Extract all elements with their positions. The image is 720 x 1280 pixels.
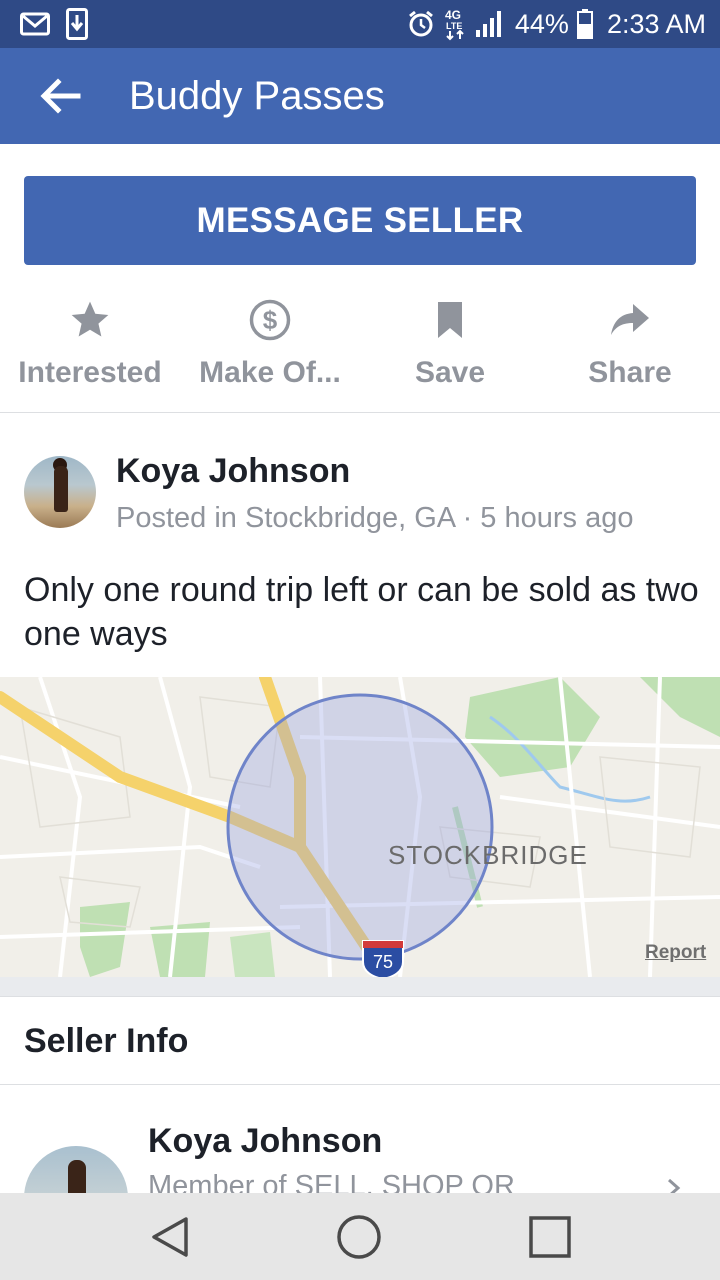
report-link[interactable]: Report [645, 942, 706, 964]
bookmark-icon [438, 302, 462, 338]
signal-icon [475, 11, 501, 37]
poster-name[interactable]: Koya Johnson [116, 452, 350, 491]
recents-square-icon[interactable] [526, 1213, 574, 1261]
svg-text:$: $ [263, 305, 278, 335]
make-offer-label: Make Of... [199, 356, 341, 389]
network-4g-icon: 4G LTE [445, 8, 464, 41]
battery-icon [576, 9, 593, 39]
arrow-left-icon [40, 78, 81, 114]
back-triangle-icon[interactable] [146, 1213, 194, 1261]
svg-text:4G: 4G [445, 8, 461, 22]
seller-info-heading: Seller Info [24, 1022, 189, 1060]
location-map[interactable]: STOCKBRIDGE 75 Report [0, 677, 720, 977]
battery-percent: 44% [514, 8, 569, 39]
back-button[interactable] [38, 74, 86, 118]
interested-label: Interested [18, 356, 162, 389]
divider [0, 412, 720, 413]
map-city-label: STOCKBRIDGE [388, 840, 588, 870]
interested-button[interactable]: Interested [0, 290, 180, 412]
alarm-icon [408, 10, 433, 37]
home-circle-icon[interactable] [335, 1213, 383, 1261]
system-nav-bar [0, 1193, 720, 1280]
section-separator [0, 977, 720, 997]
save-button[interactable]: Save [360, 290, 540, 412]
share-arrow-icon [611, 304, 649, 335]
page-title: Buddy Passes [129, 74, 385, 118]
app-bar: Buddy Passes [0, 48, 720, 144]
save-label: Save [414, 356, 486, 389]
highway-shield-label: 75 [372, 952, 394, 972]
seller-name[interactable]: Koya Johnson [148, 1122, 382, 1161]
post-body: Only one round trip left or can be sold … [24, 571, 699, 653]
download-icon [66, 8, 88, 40]
svg-text:LTE: LTE [446, 21, 462, 31]
star-icon [71, 301, 109, 337]
gmail-icon [20, 12, 50, 36]
share-label: Share [588, 356, 672, 389]
action-row: Interested $ Make Of... Save Share [0, 290, 720, 412]
dollar-circle-icon: $ [249, 299, 291, 341]
make-offer-button[interactable]: $ Make Of... [180, 290, 360, 412]
divider [0, 1084, 720, 1085]
status-bar: 4G LTE 44% 2:33 AM [0, 0, 720, 48]
clock: 2:33 AM [606, 8, 706, 39]
message-seller-button[interactable]: MESSAGE SELLER [24, 176, 696, 265]
map-graphic [0, 677, 720, 977]
avatar[interactable] [24, 456, 96, 528]
share-button[interactable]: Share [540, 290, 720, 412]
post-meta: Posted in Stockbridge, GA · 5 hours ago [116, 502, 634, 534]
